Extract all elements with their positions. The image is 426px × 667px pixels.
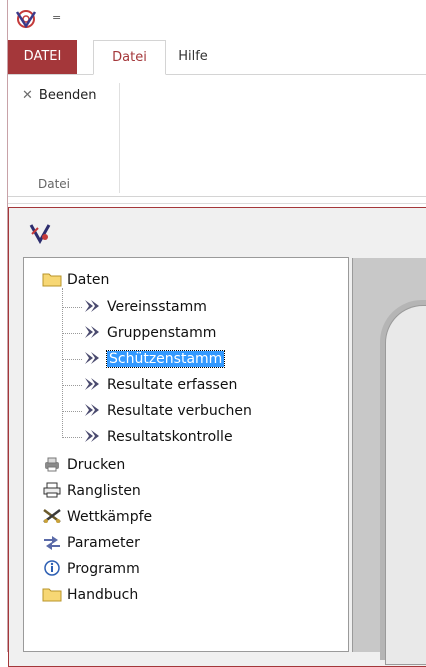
tree-item-label: Programm (67, 561, 140, 577)
chevron-arrow-icon (85, 300, 99, 312)
tree-item-vereinsstamm[interactable]: Vereinsstamm (82, 296, 207, 318)
chevron-arrow-icon (85, 326, 99, 338)
settings-arrows-icon (44, 536, 60, 550)
tab-datei[interactable]: Datei (93, 40, 166, 75)
tab-hilfe[interactable]: Hilfe (168, 40, 218, 74)
ribbon-group-label: Datei (38, 177, 71, 191)
group-divider (119, 83, 120, 193)
quick-access-toolbar-dropdown[interactable]: = (52, 11, 61, 25)
tree-connector (62, 411, 82, 412)
tree-item-label: Resultate verbuchen (107, 403, 252, 419)
tree-connector (62, 307, 82, 308)
printer-icon (45, 457, 59, 472)
title-bar: = (0, 0, 426, 40)
beenden-button[interactable]: ✕ Beenden (22, 86, 97, 106)
tree-item-resultate-erfassen[interactable]: Resultate erfassen (82, 374, 237, 396)
info-icon (44, 560, 60, 576)
tree-item-label: Handbuch (67, 587, 139, 603)
tree-item-label: Resultatskontrolle (107, 429, 233, 445)
tree-item-handbuch[interactable]: Handbuch (42, 584, 138, 606)
child-window-logo-icon (29, 224, 51, 244)
app-logo-icon[interactable] (15, 8, 37, 30)
tree-connector (62, 288, 63, 438)
tree-item-label: Daten (67, 272, 110, 288)
folder-icon (42, 588, 62, 602)
chevron-arrow-icon (85, 430, 99, 442)
close-icon: ✕ (22, 88, 33, 103)
chevron-arrow-icon (85, 378, 99, 390)
tree-connector (62, 385, 82, 386)
tree-item-schuetzenstamm[interactable]: Schützenstamm (82, 348, 226, 370)
print-list-icon (43, 482, 61, 498)
tab-file-backstage[interactable]: DATEI (8, 40, 77, 74)
tree-connector (62, 359, 82, 360)
tree-item-resultate-verbuchen[interactable]: Resultate verbuchen (82, 400, 252, 422)
tree-item-parameter[interactable]: Parameter (42, 532, 140, 554)
tree-connector (62, 333, 82, 334)
tree-item-label: Parameter (67, 535, 140, 551)
navigation-tree: Daten Vereinsstamm Gruppenstamm Schützen… (23, 257, 349, 652)
folder-icon (42, 273, 62, 287)
tree-item-gruppenstamm[interactable]: Gruppenstamm (82, 322, 216, 344)
tree-item-label: Vereinsstamm (107, 299, 207, 315)
crossed-rifles-icon (43, 509, 61, 523)
content-panel (385, 305, 426, 665)
tree-item-label: Gruppenstamm (107, 325, 217, 341)
tree-item-label: Schützenstamm (107, 351, 225, 367)
tree-item-label: Resultate erfassen (107, 377, 238, 393)
ribbon-tab-bar: DATEI Datei Hilfe (8, 40, 426, 75)
chevron-arrow-icon (85, 404, 99, 416)
chevron-arrow-icon (85, 352, 99, 364)
divider (8, 203, 426, 204)
beenden-label: Beenden (38, 88, 97, 103)
tree-item-label: Ranglisten (67, 483, 141, 499)
tree-item-daten[interactable]: Daten (42, 269, 109, 291)
tree-item-wettkaempfe[interactable]: Wettkämpfe (42, 506, 152, 528)
tree-item-selected: Schützenstamm (105, 350, 226, 368)
ribbon-panel: ✕ Beenden Datei (8, 75, 426, 197)
tree-item-ranglisten[interactable]: Ranglisten (42, 480, 141, 502)
tree-item-programm[interactable]: Programm (42, 558, 140, 580)
tree-connector (62, 437, 82, 438)
tree-item-label: Wettkämpfe (67, 509, 153, 525)
tree-item-label: Drucken (67, 457, 126, 473)
tree-item-resultatskontrolle[interactable]: Resultatskontrolle (82, 426, 233, 448)
tree-item-drucken[interactable]: Drucken (42, 454, 125, 476)
